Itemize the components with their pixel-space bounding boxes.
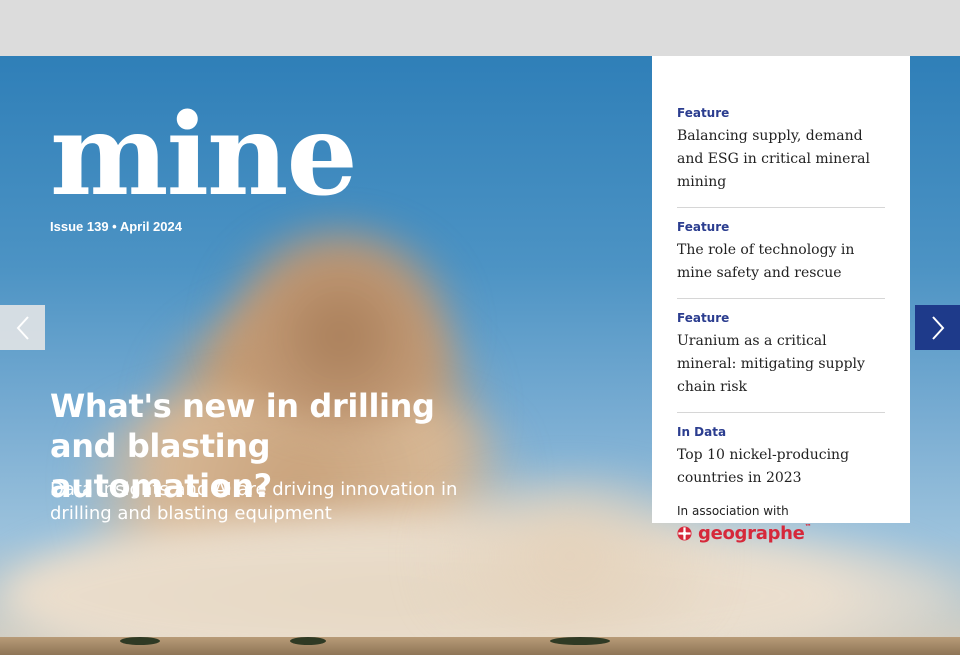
- contents-category: Feature: [677, 220, 730, 234]
- previous-slide-button[interactable]: [0, 305, 45, 350]
- contents-category: In Data: [677, 425, 727, 439]
- shrub: [120, 637, 160, 645]
- shrub: [550, 637, 610, 645]
- contents-category: Feature: [677, 311, 730, 325]
- cover-subhead: Data insights and AI are driving innovat…: [50, 479, 458, 524]
- contents-title[interactable]: The role of technology in mine safety an…: [677, 239, 885, 285]
- shrub: [290, 637, 326, 645]
- contents-item[interactable]: In Data Top 10 nickel-producing countrie…: [677, 425, 885, 500]
- contents-item[interactable]: Feature Uranium as a critical mineral: m…: [677, 311, 885, 413]
- contents-item[interactable]: Feature Balancing supply, demand and ESG…: [677, 106, 885, 208]
- chevron-left-icon: [16, 315, 29, 340]
- contents-title[interactable]: Top 10 nickel-producing countries in 202…: [677, 444, 885, 490]
- issue-contents-panel: Feature Balancing supply, demand and ESG…: [652, 56, 910, 544]
- sponsor-brand-name: geographe™: [698, 523, 812, 544]
- contents-title[interactable]: Uranium as a critical mineral: mitigatin…: [677, 330, 885, 399]
- contents-item[interactable]: Feature The role of technology in mine s…: [677, 220, 885, 299]
- top-bar: [0, 0, 960, 56]
- sponsor-label: In association with: [677, 504, 789, 518]
- sponsor-logo[interactable]: geographe™: [677, 523, 885, 544]
- contents-category: Feature: [677, 106, 730, 120]
- chevron-right-icon: [931, 315, 944, 340]
- issue-info: Issue 139 • April 2024: [50, 219, 182, 234]
- next-slide-button[interactable]: [915, 305, 960, 350]
- contents-title[interactable]: Balancing supply, demand and ESG in crit…: [677, 125, 885, 194]
- geographe-logo-icon: [677, 526, 692, 541]
- magazine-logo[interactable]: mine: [50, 100, 358, 212]
